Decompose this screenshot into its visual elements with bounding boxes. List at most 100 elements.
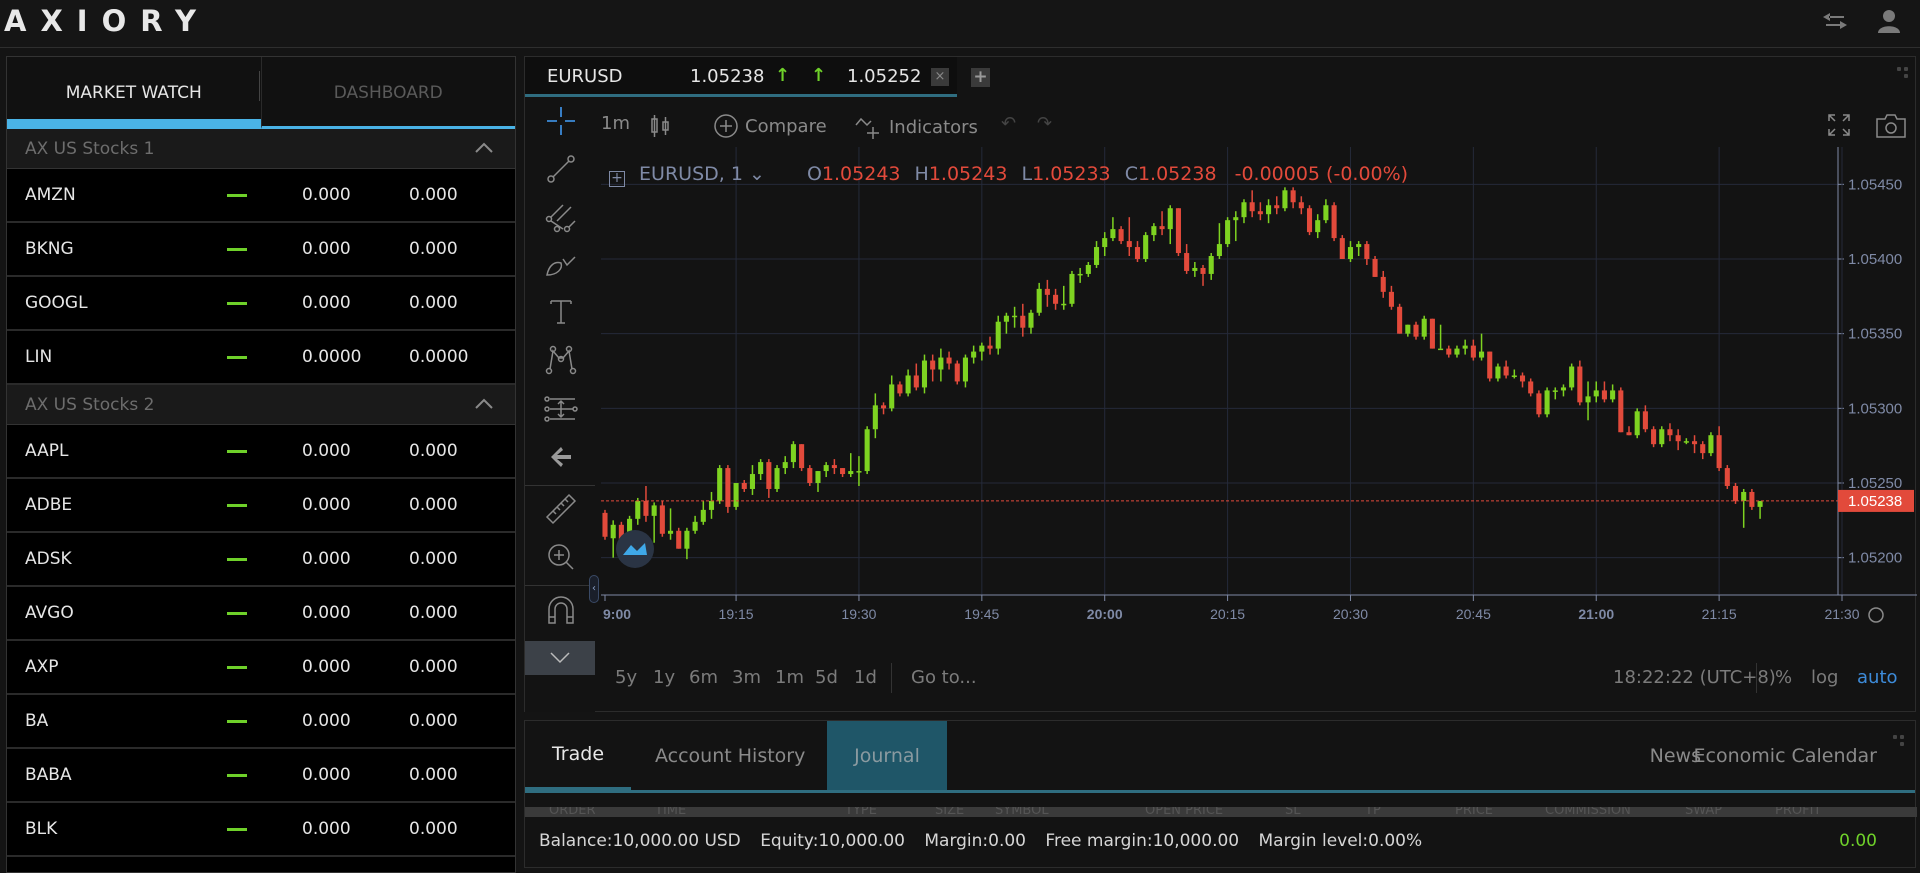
user-icon[interactable] [1872,6,1906,36]
column-header[interactable]: COMMISSION [1545,807,1631,817]
candlestick-chart[interactable]: 1.054501.054001.053501.053001.052501.052… [601,147,1917,645]
range-1d[interactable]: 1d [854,667,877,688]
range-1y[interactable]: 1y [653,667,675,688]
transfer-icon[interactable] [1818,6,1852,36]
collapse-toolbar-button[interactable]: ‹ [589,575,599,603]
legend-symbol[interactable]: EURUSD, 1 [639,163,743,185]
column-header[interactable]: SIZE [935,807,964,817]
chevron-up-icon[interactable] [473,393,495,415]
column-header[interactable]: PRICE [1455,807,1493,817]
symbol: ADSK [25,549,72,569]
symbol-row[interactable]: LIN 0.0000 0.0000 [7,331,515,385]
column-header[interactable]: TP [1365,807,1381,817]
clock[interactable]: 18:22:22 (UTC+8) [1613,667,1776,688]
x-tick-label: 21:00 [1578,606,1614,622]
ask: 0.000 [409,185,458,205]
economic-calendar-link[interactable]: Economic Calendar [1694,721,1877,790]
tab-dashboard[interactable]: DASHBOARD [260,57,515,129]
candle-body [995,321,1001,349]
tab-market-watch[interactable]: MARKET WATCH [7,57,261,129]
candle-body [692,521,698,531]
range-3m[interactable]: 3m [732,667,761,688]
settings-icon[interactable] [1868,607,1884,623]
column-header[interactable]: SWAP [1685,807,1722,817]
column-header[interactable]: PROFIT [1775,807,1821,817]
measure-tool[interactable] [543,391,579,427]
text-tool[interactable] [543,293,579,329]
chevron-up-icon[interactable] [473,137,495,159]
symbol-row[interactable]: BA 0.000 0.000 [7,695,515,749]
add-tab-button[interactable]: + [971,68,990,87]
candle-body [840,468,846,475]
column-header[interactable]: TIME [655,807,686,817]
range-divider [891,663,892,693]
drag-grip-icon[interactable] [1893,735,1905,747]
symbol-row[interactable]: GOOGL 0.000 0.000 [7,277,515,331]
symbol-tab[interactable]: EURUSD 1.05238 ↑ ↑ 1.05252 × [525,57,957,97]
symbol-row[interactable]: BLK 0.000 0.000 [7,803,515,857]
ruler-tool[interactable] [543,491,579,527]
tab-trade[interactable]: Trade [525,721,631,793]
legend-chevron-icon[interactable]: ⌄ [743,163,765,185]
symbol-row[interactable]: BKNG 0.000 0.000 [7,223,515,277]
range-6m[interactable]: 6m [689,667,718,688]
zoom-in-tool[interactable] [543,539,579,575]
tab-account-history[interactable]: Account History [655,721,805,790]
redo-button[interactable]: ↷ [1037,113,1052,134]
drag-grip-icon[interactable] [1897,67,1909,79]
crosshair-tool[interactable] [543,103,579,139]
range-1m[interactable]: 1m [775,667,804,688]
goto-button[interactable]: Go to... [911,667,977,688]
candle-body [1282,190,1288,209]
column-header[interactable]: SYMBOL [995,807,1049,817]
tab-journal[interactable]: Journal [827,721,947,790]
interval-button[interactable]: 1m [601,113,630,134]
ask: 0.000 [409,495,458,515]
range-5y[interactable]: 5y [615,667,637,688]
candle-body [1462,345,1468,349]
candle-body [1356,244,1362,248]
range-5d[interactable]: 5d [815,667,838,688]
fullscreen-button[interactable] [1827,113,1851,137]
candle-body [1438,348,1444,351]
percent-toggle[interactable]: % [1775,667,1792,688]
auto-toggle[interactable]: auto [1857,667,1898,688]
column-header[interactable]: SL [1285,807,1301,817]
undo-button[interactable]: ↶ [1001,113,1016,134]
symbol-row[interactable]: ADBE 0.000 0.000 [7,479,515,533]
log-toggle[interactable]: log [1811,667,1838,688]
symbol-row[interactable]: AXP 0.000 0.000 [7,641,515,695]
column-header[interactable]: OPEN PRICE [1145,807,1223,817]
group-header[interactable]: AX US Stocks 1 [7,129,515,169]
tools-divider [525,585,595,586]
pattern-tool[interactable] [543,341,579,377]
symbol-row[interactable]: ADSK 0.000 0.000 [7,533,515,587]
lock-drawings-button[interactable] [525,641,595,675]
candle-body [897,384,903,394]
y-tick-label: 1.05350 [1848,326,1902,343]
column-header[interactable]: TYPE [845,807,877,817]
chart-area[interactable]: 1.05450 1.05400 1.05350 1.05300 1.05250 1.052… [601,147,1917,645]
chart-type-button[interactable] [649,113,671,139]
magnet-tool[interactable] [543,593,579,629]
group-header[interactable]: AX US Stocks 2 [7,385,515,425]
compare-button[interactable]: Compare [713,113,827,139]
remove-drawings-tool[interactable] [543,439,579,475]
close-tab-button[interactable]: × [931,68,949,86]
candle-body [1241,202,1247,218]
symbol-row[interactable]: BABA 0.000 0.000 [7,749,515,803]
symbol-row[interactable]: AVGO 0.000 0.000 [7,587,515,641]
symbol-row[interactable]: AAPL 0.000 0.000 [7,425,515,479]
screenshot-button[interactable] [1875,113,1907,139]
brush-tool[interactable] [543,245,579,281]
ask: 0.000 [409,549,458,569]
trendline-tool[interactable] [543,151,579,187]
symbol-row[interactable]: AMZN 0.000 0.000 [7,169,515,223]
x-tick-label: 19:15 [719,606,754,622]
candle-body [1053,294,1059,304]
column-header[interactable]: ORDER [549,807,596,817]
legend-expand-icon[interactable]: + [609,171,625,187]
ask: 0.0000 [409,347,469,367]
pitchfork-tool[interactable] [543,199,579,235]
indicators-button[interactable]: Indicators [855,113,978,141]
